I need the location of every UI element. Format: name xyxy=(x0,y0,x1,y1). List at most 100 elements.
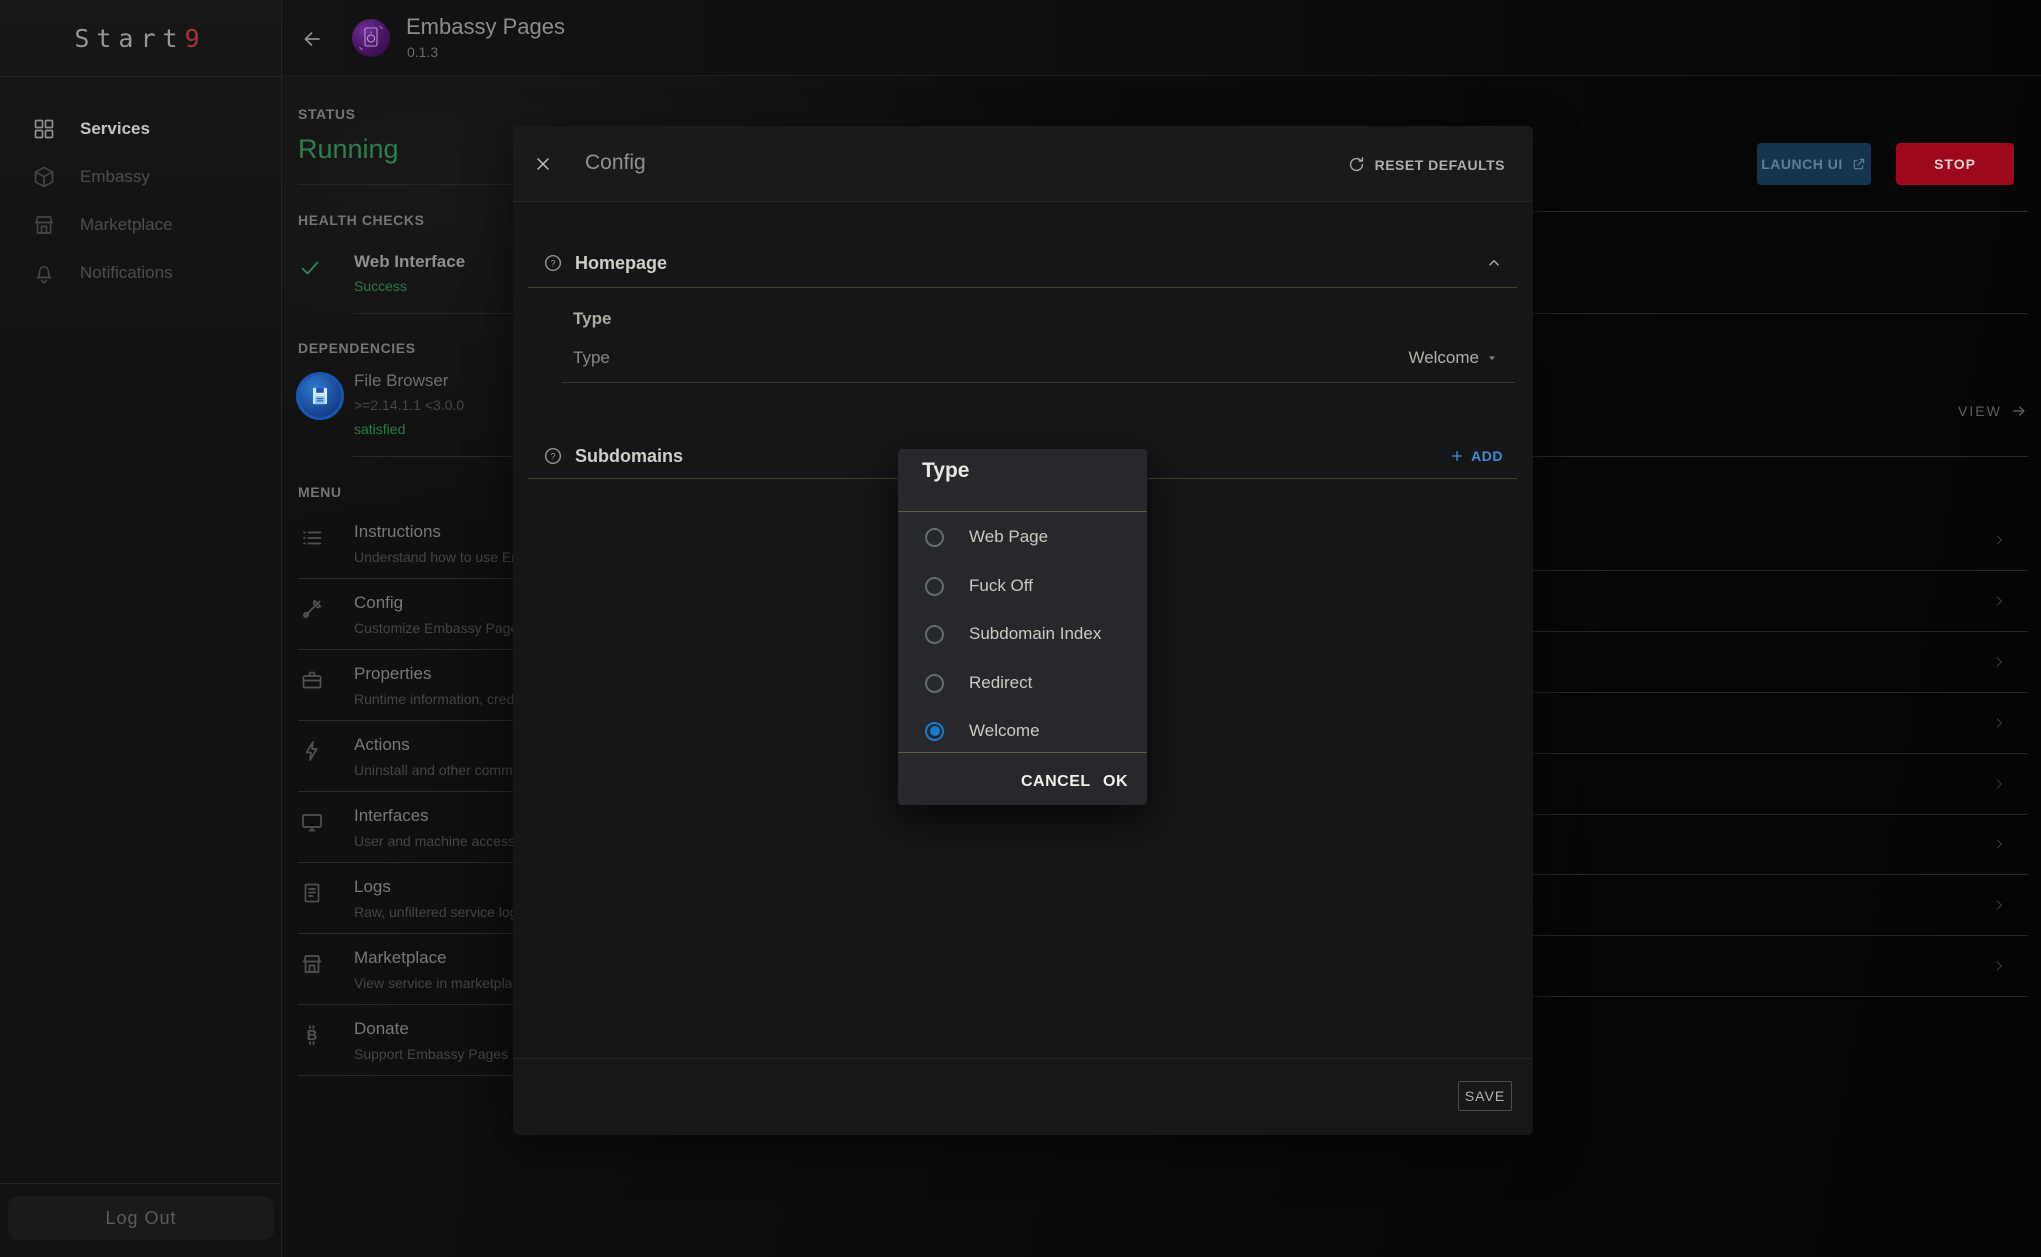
close-icon[interactable] xyxy=(533,154,553,174)
file-browser-icon xyxy=(296,372,344,420)
type-dialog-header-divider xyxy=(898,511,1147,512)
external-link-icon xyxy=(1851,156,1867,172)
radio-option-label: Subdomain Index xyxy=(969,624,1101,644)
grid-icon xyxy=(32,117,56,141)
subdomains-section-title: Subdomains xyxy=(575,446,683,467)
svg-text:?: ? xyxy=(550,258,555,268)
app-window: Start9 Services Embassy Marketplace Noti… xyxy=(0,0,2041,1257)
chevron-right-icon xyxy=(1991,715,2007,731)
lightning-icon xyxy=(300,739,324,763)
radio-icon xyxy=(925,577,944,596)
sidebar-item-embassy[interactable]: Embassy xyxy=(0,153,281,201)
view-label: VIEW xyxy=(1958,403,2002,419)
menu-item-title: Instructions xyxy=(354,522,441,542)
tools-icon xyxy=(300,597,324,621)
sidebar-item-notifications[interactable]: Notifications xyxy=(0,249,281,297)
sidebar-nav: Services Embassy Marketplace Notificatio… xyxy=(0,77,281,297)
config-modal-footer: SAVE xyxy=(513,1058,1533,1135)
chevron-right-icon xyxy=(1991,593,2007,609)
logo-text: Start xyxy=(74,24,184,53)
chevron-right-icon xyxy=(1991,836,2007,852)
status-heading: STATUS xyxy=(298,106,356,122)
menu-item-subtitle: Support Embassy Pages xyxy=(354,1046,508,1062)
dependency-version-range: >=2.14.1.1 <3.0.0 xyxy=(354,397,464,413)
radio-icon xyxy=(925,722,944,741)
svg-text:?: ? xyxy=(550,451,555,461)
view-dependency-link[interactable]: VIEW xyxy=(1958,402,2028,420)
type-select[interactable]: Welcome xyxy=(1408,348,1499,368)
storefront-icon xyxy=(32,213,56,237)
help-circle-icon: ? xyxy=(543,446,563,466)
radio-option-label: Redirect xyxy=(969,673,1032,693)
config-modal-title: Config xyxy=(585,151,646,175)
monitor-icon xyxy=(300,810,324,834)
ok-button[interactable]: OK xyxy=(1103,773,1128,791)
start9-logo: Start9 xyxy=(0,0,281,77)
arrow-right-icon xyxy=(2010,402,2028,420)
plus-icon xyxy=(1449,448,1465,464)
menu-item-title: Marketplace xyxy=(354,948,447,968)
help-circle-icon: ? xyxy=(543,253,563,273)
menu-item-title: Logs xyxy=(354,877,391,897)
health-check-name: Web Interface xyxy=(354,252,465,272)
dependencies-heading: DEPENDENCIES xyxy=(298,340,416,356)
radio-option-redirect[interactable]: Redirect xyxy=(925,673,1032,693)
radio-option-web-page[interactable]: Web Page xyxy=(925,527,1048,547)
radio-icon xyxy=(925,625,944,644)
sidebar-item-label: Embassy xyxy=(80,167,150,187)
storefront-icon xyxy=(300,952,324,976)
briefcase-icon xyxy=(300,668,324,692)
chevron-up-icon[interactable] xyxy=(1485,254,1503,272)
menu-heading: MENU xyxy=(298,484,342,500)
homepage-section-title: Homepage xyxy=(575,253,667,274)
cancel-button[interactable]: CANCEL xyxy=(1021,773,1091,791)
radio-option-label: Web Page xyxy=(969,527,1048,547)
reset-defaults-label: RESET DEFAULTS xyxy=(1375,157,1505,173)
dependency-status: satisfied xyxy=(354,421,405,437)
type-group-label: Type xyxy=(573,309,611,329)
launch-ui-button[interactable]: LAUNCH UI xyxy=(1757,143,1871,185)
chevron-right-icon xyxy=(1991,897,2007,913)
radio-icon xyxy=(925,528,944,547)
chevron-right-icon xyxy=(1991,532,2007,548)
bell-icon xyxy=(32,261,56,285)
menu-item-title: Interfaces xyxy=(354,806,429,826)
dependency-name: File Browser xyxy=(354,371,448,391)
add-subdomain-label: ADD xyxy=(1471,448,1503,464)
menu-item-title: Donate xyxy=(354,1019,409,1039)
logout-button[interactable]: Log Out xyxy=(8,1196,274,1240)
menu-item-subtitle: Raw, unfiltered service logs xyxy=(354,904,524,920)
radio-option-subdomain-index[interactable]: Subdomain Index xyxy=(925,624,1101,644)
launch-ui-label: LAUNCH UI xyxy=(1761,156,1843,172)
menu-item-title: Actions xyxy=(354,735,410,755)
logo-accent: 9 xyxy=(185,24,207,53)
reset-defaults-button[interactable]: RESET DEFAULTS xyxy=(1347,155,1505,174)
add-subdomain-button[interactable]: ADD xyxy=(1449,448,1503,464)
refresh-icon xyxy=(1347,155,1366,174)
radio-option-welcome[interactable]: Welcome xyxy=(925,721,1040,741)
svg-text:B: B xyxy=(307,1027,318,1044)
chevron-right-icon xyxy=(1991,654,2007,670)
type-select-value: Welcome xyxy=(1408,348,1479,368)
list-icon xyxy=(300,526,324,550)
page-version: 0.1.3 xyxy=(407,44,438,60)
back-icon[interactable] xyxy=(300,27,324,51)
caret-down-icon xyxy=(1485,351,1499,365)
service-avatar xyxy=(352,19,390,57)
sidebar: Start9 Services Embassy Marketplace Noti… xyxy=(0,0,282,1257)
sidebar-item-label: Notifications xyxy=(80,263,173,283)
save-button[interactable]: SAVE xyxy=(1458,1081,1512,1111)
page-title: Embassy Pages xyxy=(406,14,565,40)
chevron-right-icon xyxy=(1991,958,2007,974)
bitcoin-icon: B xyxy=(300,1023,324,1047)
type-field-underline xyxy=(562,382,1515,383)
stop-button[interactable]: STOP xyxy=(1896,143,2014,185)
sidebar-item-services[interactable]: Services xyxy=(0,105,281,153)
type-dialog: Type Web Page Fuck Off Subdomain Index R… xyxy=(898,449,1147,805)
menu-item-subtitle: View service in marketplace xyxy=(354,975,527,991)
homepage-section-header[interactable]: ? Homepage xyxy=(543,252,1503,274)
sidebar-item-marketplace[interactable]: Marketplace xyxy=(0,201,281,249)
radio-option-fuck-off[interactable]: Fuck Off xyxy=(925,576,1033,596)
type-dialog-title: Type xyxy=(922,459,969,483)
sidebar-item-label: Services xyxy=(80,119,150,139)
